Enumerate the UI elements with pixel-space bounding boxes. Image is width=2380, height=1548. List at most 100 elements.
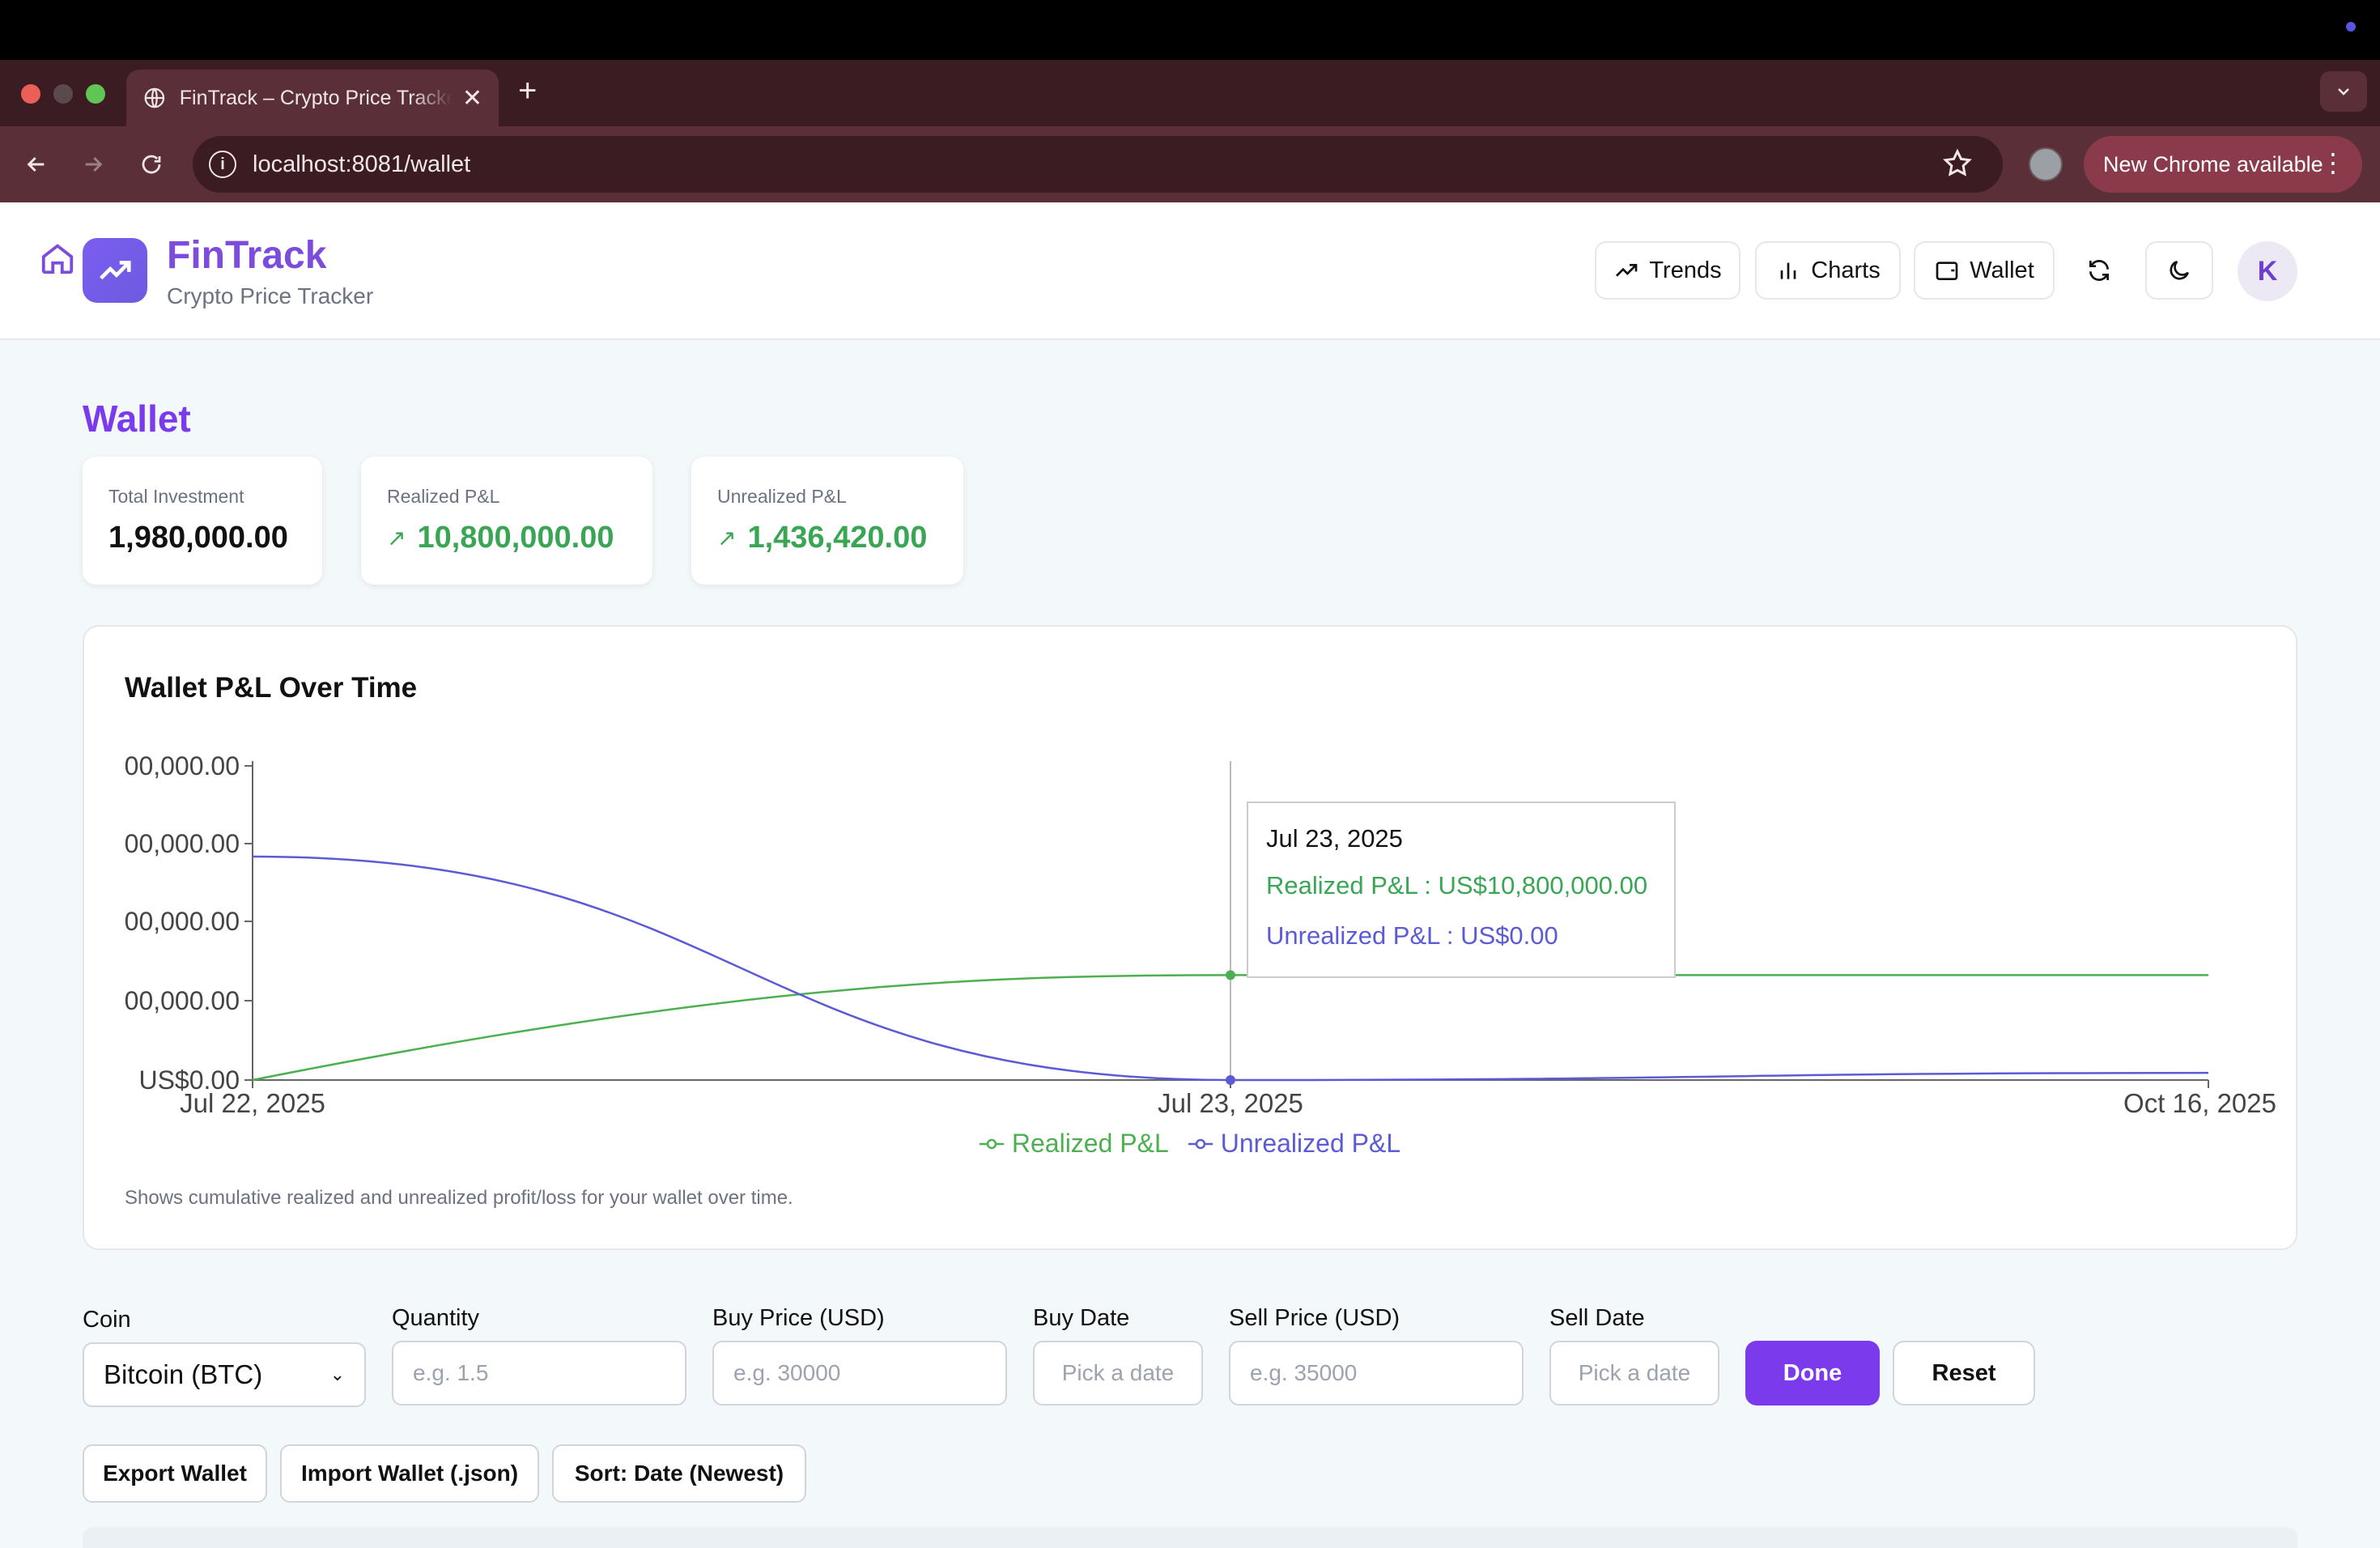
stat-value: ↗ 10,800,000.00 <box>387 521 627 555</box>
nav-trends-label: Trends <box>1649 257 1722 283</box>
address-bar[interactable]: i localhost:8081/wallet <box>193 136 2003 193</box>
refresh-button[interactable] <box>2072 241 2126 300</box>
legend-item-realized[interactable]: Realized P&L <box>979 1129 1169 1159</box>
arrow-left-icon <box>27 156 45 172</box>
trending-up-icon <box>1616 264 1638 277</box>
import-wallet-button[interactable]: Import Wallet (.json) <box>280 1444 539 1503</box>
chart-legend: Realized P&L Unrealized P&L <box>84 1129 2296 1159</box>
stat-value-text: 10,800,000.00 <box>417 521 614 555</box>
sell-price-input[interactable]: e.g. 35000 <box>1229 1341 1524 1406</box>
browser-tab-active[interactable]: FinTrack – Crypto Price Tracker ✕ <box>126 70 499 126</box>
wallet-icon <box>1936 262 1958 280</box>
reset-button[interactable]: Reset <box>1893 1341 2035 1406</box>
quantity-input[interactable]: e.g. 1.5 <box>392 1341 686 1406</box>
reload-icon <box>142 155 161 174</box>
coin-select[interactable]: Bitcoin (BTC) ⌄ <box>83 1342 366 1407</box>
stat-value: ↗ 1,436,420.00 <box>717 521 937 555</box>
window-maximize-button[interactable] <box>86 84 105 104</box>
chevron-down-icon <box>2338 88 2349 96</box>
tooltip-unrealized: Unrealized P&L : US$0.00 <box>1266 921 1558 950</box>
y-tick-label: 00,000.00 <box>125 829 240 858</box>
os-menu-bar <box>0 0 2380 60</box>
x-tick-label: Jul 22, 2025 <box>180 1088 325 1118</box>
stat-label: Unrealized P&L <box>717 486 847 507</box>
stat-card-realized-pnl: Realized P&L ↗ 10,800,000.00 <box>361 457 652 585</box>
page-title: Wallet <box>83 398 191 440</box>
tooltip-realized: Realized P&L : US$10,800,000.00 <box>1266 871 1648 899</box>
sell-price-placeholder: e.g. 35000 <box>1250 1360 1358 1385</box>
status-dot-icon <box>2346 22 2356 32</box>
sell-date-picker[interactable]: Pick a date <box>1549 1341 1719 1406</box>
nav-charts-label: Charts <box>1811 257 1881 283</box>
y-tick-label: 00,000.00 <box>125 907 240 936</box>
reload-button[interactable] <box>133 146 170 183</box>
stat-value: 1,980,000.00 <box>108 521 296 555</box>
brand-name: FinTrack <box>167 234 327 277</box>
legend-label: Unrealized P&L <box>1220 1129 1401 1158</box>
done-button[interactable]: Done <box>1745 1341 1880 1406</box>
y-tick-label: 00,000.00 <box>125 751 240 780</box>
refresh-icon <box>2089 260 2109 281</box>
sort-button[interactable]: Sort: Date (Newest) <box>552 1444 806 1503</box>
bookmark-star-icon[interactable] <box>1941 147 1974 180</box>
brand-subtitle: Crypto Price Tracker <box>167 283 374 308</box>
chart-caption: Shows cumulative realized and unrealized… <box>125 1187 793 1209</box>
active-point-unrealized <box>1226 1075 1235 1085</box>
arrow-right-icon <box>85 156 103 172</box>
nav-wallet-label: Wallet <box>1970 257 2034 283</box>
tab-search-button[interactable] <box>2320 71 2367 112</box>
active-point-realized <box>1226 970 1235 980</box>
user-avatar[interactable]: K <box>2238 241 2297 301</box>
site-info-icon[interactable]: i <box>209 151 236 178</box>
chart-card: Wallet P&L Over Time US$0.00 00,000.00 00,… <box>83 625 2297 1250</box>
nav-trends-button[interactable]: Trends <box>1595 241 1740 300</box>
tooltip-date: Jul 23, 2025 <box>1266 824 1403 853</box>
moon-icon <box>2170 261 2189 280</box>
globe-icon <box>144 87 165 108</box>
browser-toolbar: i localhost:8081/wallet New Chrome avail… <box>0 126 2380 202</box>
buy-price-input[interactable]: e.g. 30000 <box>712 1341 1007 1406</box>
home-icon[interactable] <box>39 240 76 277</box>
stat-card-unrealized-pnl: Unrealized P&L ↗ 1,436,420.00 <box>691 457 963 585</box>
x-tick-label: Oct 16, 2025 <box>2123 1088 2276 1118</box>
profile-avatar[interactable] <box>2029 147 2063 181</box>
nav-charts-button[interactable]: Charts <box>1755 241 1901 300</box>
quantity-label: Quantity <box>392 1305 479 1331</box>
stat-label: Realized P&L <box>387 486 500 507</box>
tab-close-icon[interactable]: ✕ <box>462 84 482 113</box>
window-minimize-button[interactable] <box>53 84 73 104</box>
buy-price-placeholder: e.g. 30000 <box>733 1360 841 1385</box>
chrome-update-label: New Chrome available <box>2103 151 2323 176</box>
legend-line-icon <box>979 1138 1004 1149</box>
app-header: FinTrack Crypto Price Tracker Trends Cha… <box>0 202 2380 340</box>
export-wallet-button[interactable]: Export Wallet <box>83 1444 267 1503</box>
sell-price-label: Sell Price (USD) <box>1229 1305 1400 1331</box>
stat-label: Total Investment <box>108 486 244 507</box>
nav-wallet-button[interactable]: Wallet <box>1914 241 2055 300</box>
quantity-placeholder: e.g. 1.5 <box>413 1360 489 1385</box>
stat-value-text: 1,980,000.00 <box>108 521 288 555</box>
more-vert-icon: ⋮ <box>2320 148 2346 177</box>
browser-tabstrip: FinTrack – Crypto Price Tracker ✕ + <box>0 60 2380 126</box>
buy-date-label: Buy Date <box>1033 1305 1130 1331</box>
wallet-table-header <box>83 1527 2297 1548</box>
buy-date-picker[interactable]: Pick a date <box>1033 1341 1203 1406</box>
sell-date-placeholder: Pick a date <box>1578 1360 1691 1385</box>
chrome-update-button[interactable]: New Chrome available ⋮ <box>2084 136 2362 193</box>
back-button[interactable] <box>18 146 55 183</box>
coin-label: Coin <box>83 1307 131 1333</box>
chart-tooltip: Jul 23, 2025 Realized P&L : US$10,800,00… <box>1247 802 1676 978</box>
theme-toggle-button[interactable] <box>2145 241 2213 300</box>
arrow-up-right-icon: ↗ <box>717 525 737 551</box>
x-tick-label: Jul 23, 2025 <box>1158 1088 1303 1118</box>
y-tick-label: 00,000.00 <box>125 986 240 1015</box>
legend-item-unrealized[interactable]: Unrealized P&L <box>1188 1129 1400 1159</box>
new-tab-button[interactable]: + <box>518 74 537 107</box>
tab-title: FinTrack – Crypto Price Tracker <box>179 86 453 109</box>
buy-price-label: Buy Price (USD) <box>712 1305 885 1331</box>
url-text: localhost:8081/wallet <box>253 151 471 177</box>
window-close-button[interactable] <box>21 84 40 104</box>
chevron-down-icon: ⌄ <box>329 1364 345 1384</box>
sell-date-label: Sell Date <box>1549 1305 1645 1331</box>
forward-button[interactable] <box>74 146 112 183</box>
